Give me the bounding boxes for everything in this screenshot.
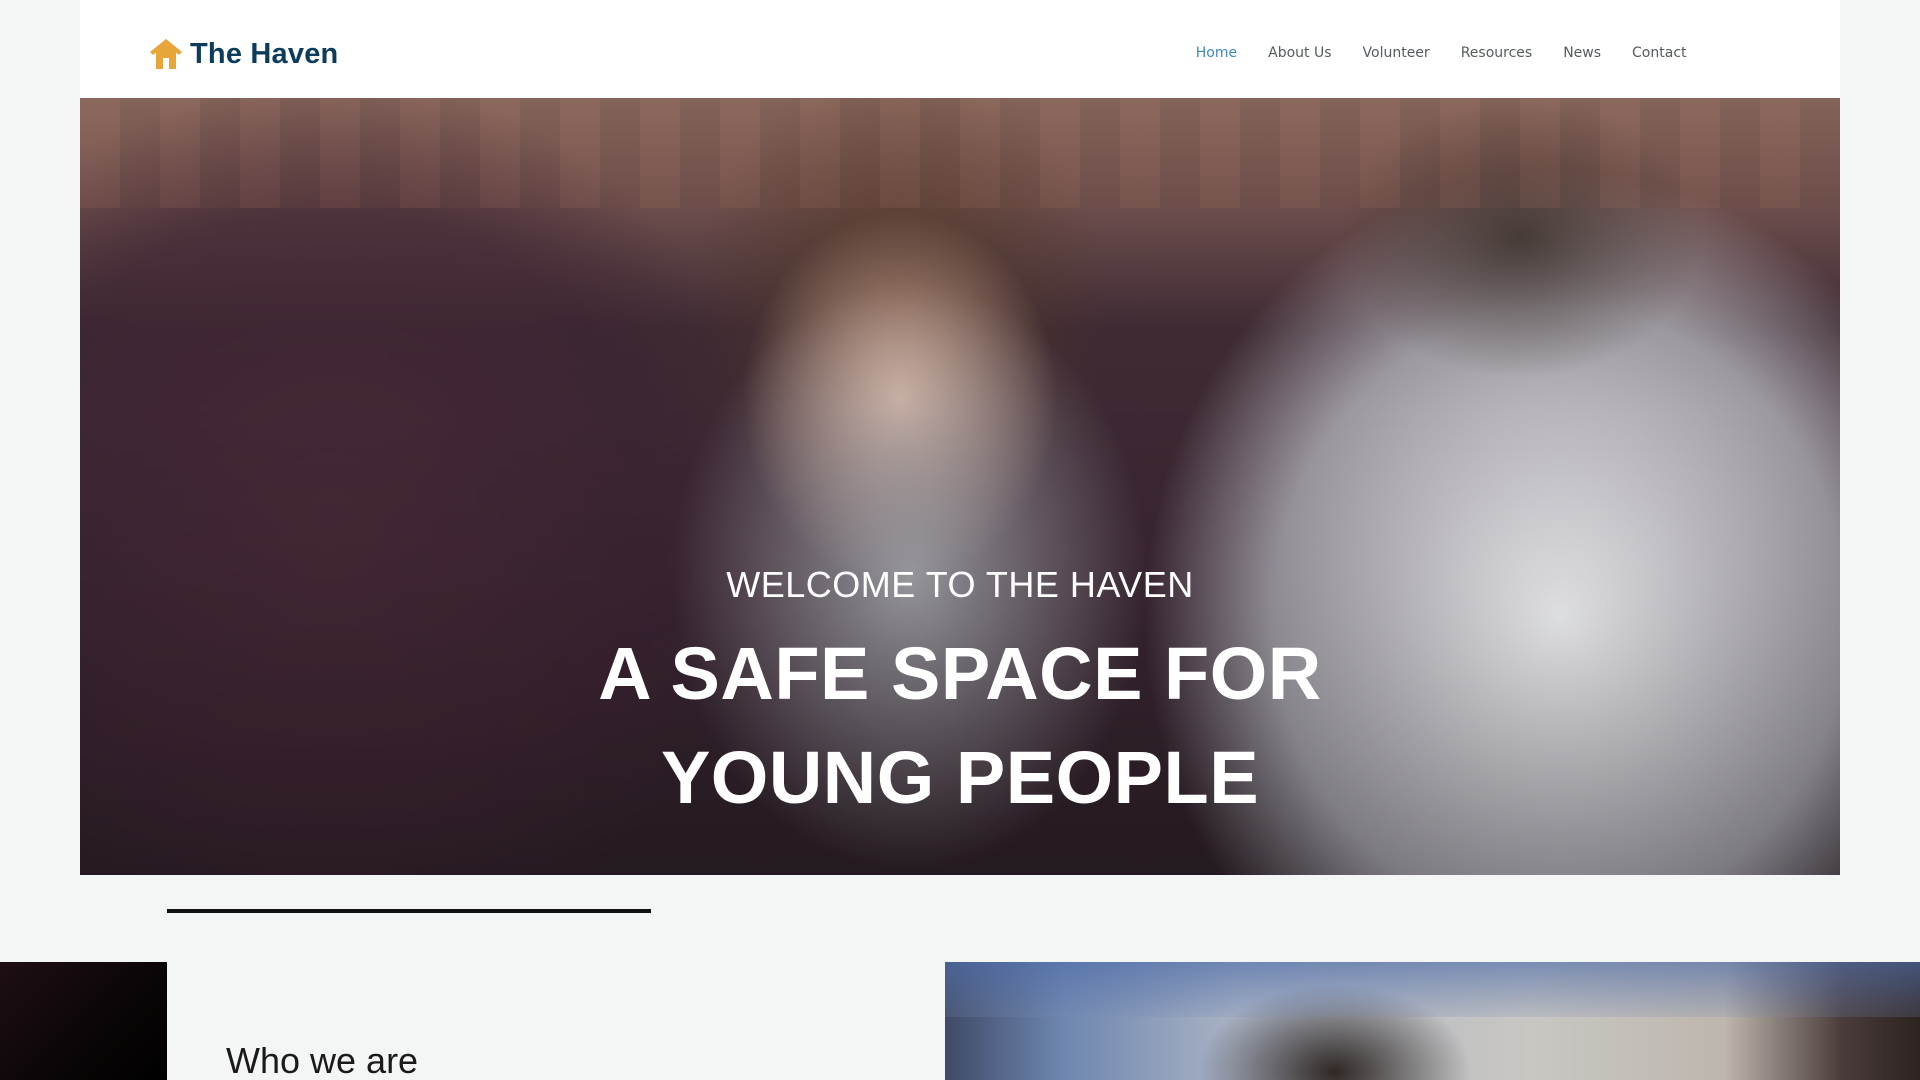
hero-kicker: WELCOME TO THE HAVEN [726,564,1194,605]
photo-background-map [945,962,1920,1017]
nav-home[interactable]: Home [1180,45,1252,61]
section-divider [167,909,651,913]
hero-headline: A SAFE SPACE FOR YOUNG PEOPLE [80,622,1840,830]
site-logo[interactable]: The Haven [148,34,338,74]
nav-about-us[interactable]: About Us [1253,45,1347,61]
house-icon [150,39,182,69]
hero-banner: WELCOME TO THE HAVEN A SAFE SPACE FOR YO… [80,98,1840,875]
nav-news[interactable]: News [1548,45,1617,61]
nav-resources[interactable]: Resources [1445,45,1548,61]
section-title: Who we are [226,1040,419,1080]
left-image-strip [0,962,167,1080]
brand-name: The Haven [190,37,339,70]
hero-headline-line1: A SAFE SPACE FOR [598,632,1322,715]
nav-volunteer[interactable]: Volunteer [1347,45,1445,61]
hero-headline-line2: YOUNG PEOPLE [660,736,1260,819]
nav-contact[interactable]: Contact [1617,45,1702,61]
site-header: The Haven Home About Us Volunteer Resour… [80,0,1840,98]
main-nav: Home About Us Volunteer Resources News C… [1180,45,1702,61]
about-photo [945,962,1920,1080]
